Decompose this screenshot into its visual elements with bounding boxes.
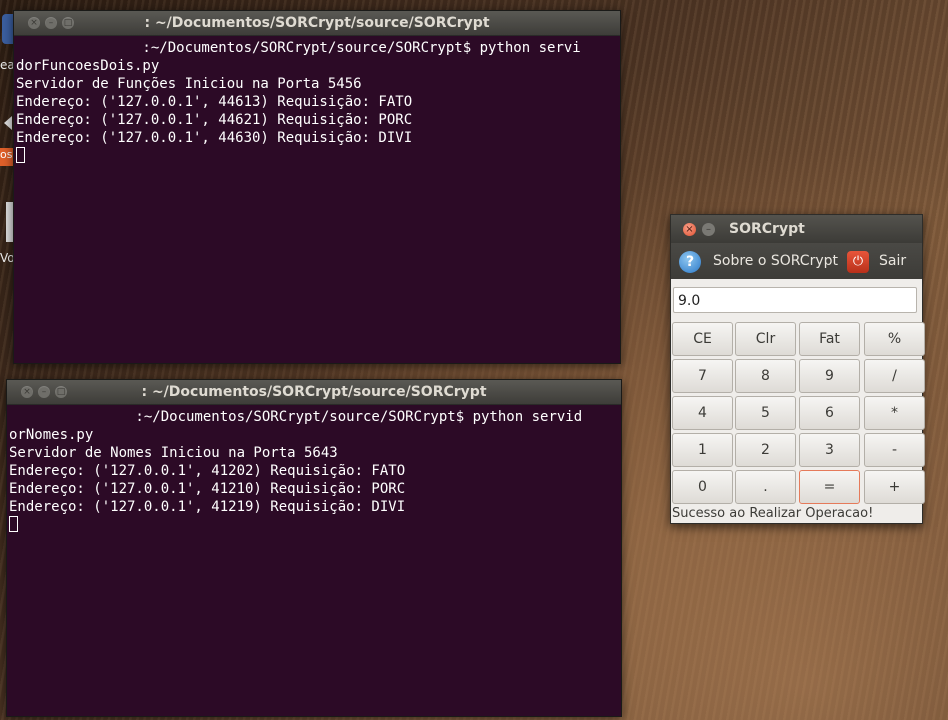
- about-menu-item[interactable]: Sobre o SORCrypt: [713, 251, 838, 271]
- key-1[interactable]: 1: [672, 433, 733, 467]
- terminal-line: :~/Documentos/SORCrypt/source/SORCrypt$ …: [9, 409, 583, 425]
- terminal-window-names[interactable]: × – □ : ~/Documentos/SORCrypt/source/SOR…: [6, 379, 622, 717]
- power-icon[interactable]: ⏻: [847, 251, 869, 273]
- key-clr[interactable]: Clr: [735, 322, 796, 356]
- status-message: Sucesso ao Realizar Operacao!: [672, 506, 874, 521]
- terminal-output[interactable]: :~/Documentos/SORCrypt/source/SORCrypt$ …: [14, 36, 620, 165]
- minimize-icon[interactable]: –: [702, 223, 715, 236]
- desktop-label-fragment-orange: os: [0, 148, 14, 166]
- terminal-line: Endereço: ('127.0.0.1', 44621) Requisiçã…: [16, 112, 413, 128]
- terminal-line: Endereço: ('127.0.0.1', 41210) Requisiçã…: [9, 481, 406, 497]
- key-ce[interactable]: CE: [672, 322, 733, 356]
- window-title: SORCrypt: [729, 221, 805, 237]
- terminal-window-functions[interactable]: × – □ : ~/Documentos/SORCrypt/source/SOR…: [13, 10, 621, 364]
- key-fat[interactable]: Fat: [799, 322, 860, 356]
- window-title: : ~/Documentos/SORCrypt/source/SORCrypt: [141, 384, 487, 400]
- close-icon[interactable]: ×: [683, 223, 696, 236]
- terminal-line: Servidor de Nomes Iniciou na Porta 5643: [9, 445, 338, 461]
- terminal-titlebar[interactable]: × – □ : ~/Documentos/SORCrypt/source/SOR…: [7, 380, 621, 405]
- calculator-titlebar[interactable]: × – SORCrypt: [671, 215, 922, 243]
- terminal-output[interactable]: :~/Documentos/SORCrypt/source/SORCrypt$ …: [7, 405, 621, 534]
- key-2[interactable]: 2: [735, 433, 796, 467]
- terminal-cursor: [9, 516, 18, 532]
- terminal-line: Endereço: ('127.0.0.1', 44613) Requisiçã…: [16, 94, 413, 110]
- terminal-line: Servidor de Funções Iniciou na Porta 545…: [16, 76, 362, 92]
- key-4[interactable]: 4: [672, 396, 733, 430]
- terminal-line: dorFuncoesDois.py: [16, 58, 160, 74]
- help-icon[interactable]: ?: [679, 251, 701, 273]
- key-minus[interactable]: -: [864, 433, 925, 467]
- key-divide[interactable]: /: [864, 359, 925, 393]
- key-dot[interactable]: .: [735, 470, 796, 504]
- key-6[interactable]: 6: [799, 396, 860, 430]
- key-8[interactable]: 8: [735, 359, 796, 393]
- terminal-line: :~/Documentos/SORCrypt/source/SORCrypt$ …: [16, 40, 581, 56]
- key-equals[interactable]: =: [799, 470, 860, 504]
- key-3[interactable]: 3: [799, 433, 860, 467]
- terminal-line: Endereço: ('127.0.0.1', 41202) Requisiçã…: [9, 463, 406, 479]
- key-5[interactable]: 5: [735, 396, 796, 430]
- exit-menu-item[interactable]: Sair: [879, 251, 906, 271]
- key-7[interactable]: 7: [672, 359, 733, 393]
- key-plus[interactable]: +: [864, 470, 925, 504]
- terminal-titlebar[interactable]: × – □ : ~/Documentos/SORCrypt/source/SOR…: [14, 11, 620, 36]
- key-0[interactable]: 0: [672, 470, 733, 504]
- key-percent[interactable]: %: [864, 322, 925, 356]
- calculator-window[interactable]: × – SORCrypt ? Sobre o SORCrypt ⏻ Sair 9…: [670, 214, 925, 524]
- calculator-display[interactable]: 9.0: [673, 287, 917, 313]
- terminal-cursor: [16, 147, 25, 163]
- key-multiply[interactable]: *: [864, 396, 925, 430]
- calculator-toolbar: ? Sobre o SORCrypt ⏻ Sair: [671, 243, 922, 279]
- launcher-arrow-icon: [4, 116, 12, 130]
- window-title: : ~/Documentos/SORCrypt/source/SORCrypt: [144, 15, 490, 31]
- terminal-line: Endereço: ('127.0.0.1', 41219) Requisiçã…: [9, 499, 406, 515]
- terminal-line: orNomes.py: [9, 427, 94, 443]
- terminal-line: Endereço: ('127.0.0.1', 44630) Requisiçã…: [16, 130, 413, 146]
- key-9[interactable]: 9: [799, 359, 860, 393]
